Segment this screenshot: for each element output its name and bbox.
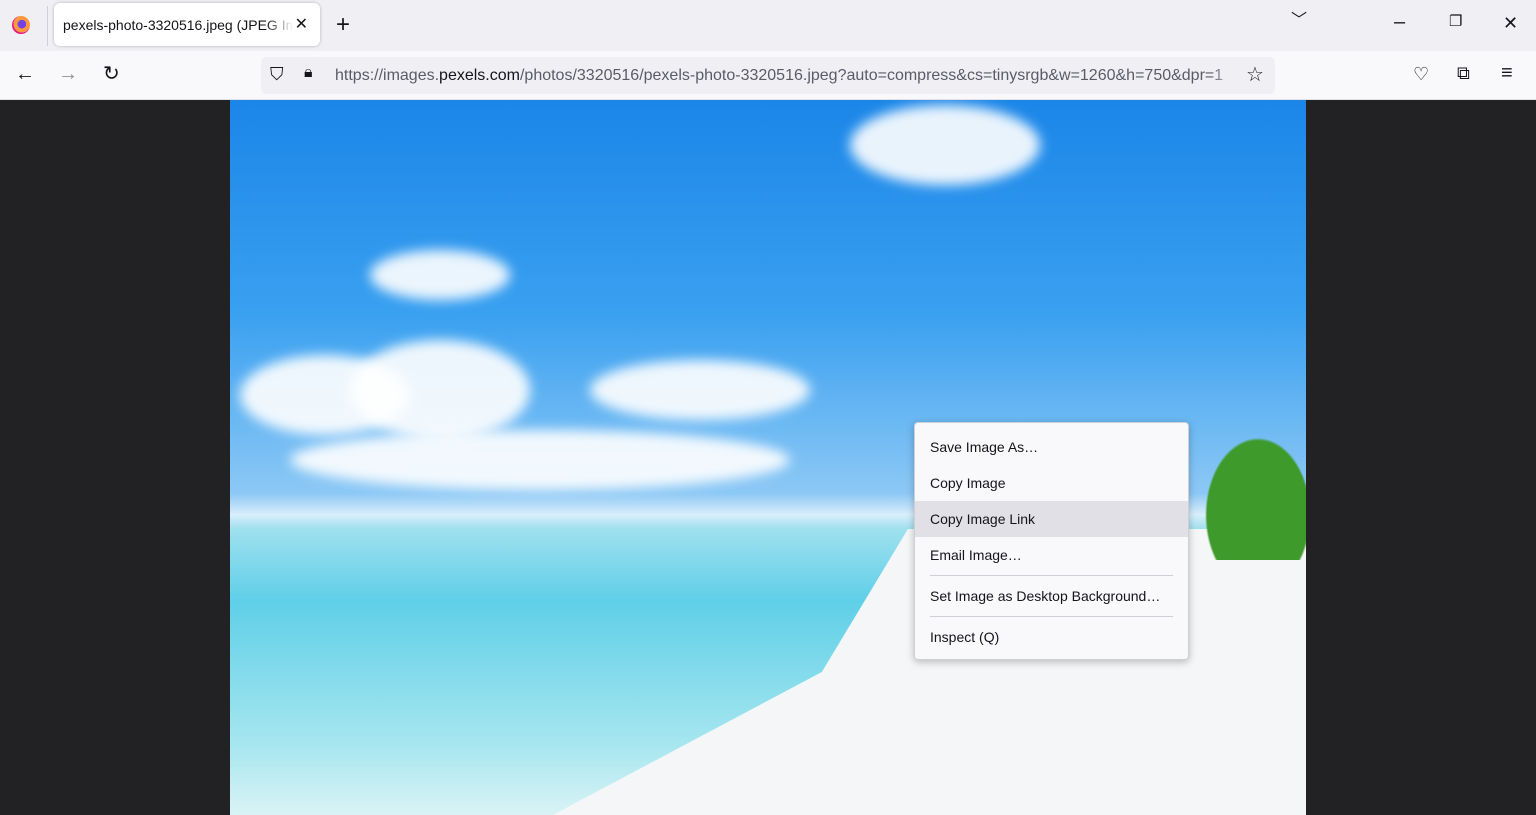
tab-active[interactable]: pexels-photo-3320516.jpeg (JPEG Image, 1… — [54, 3, 320, 46]
firefox-logo-icon[interactable] — [12, 16, 30, 34]
url-path: /photos/3320516/pexels-photo-3320516.jpe… — [519, 67, 1224, 84]
menu-item-inspect[interactable]: Inspect (Q) — [915, 619, 1188, 655]
close-window-icon[interactable]: ✕ — [1503, 14, 1518, 32]
extensions-icon[interactable]: ⧉ — [1457, 64, 1470, 82]
lock-icon[interactable]: 🔒︎ — [304, 65, 313, 81]
menu-item-save-image-as[interactable]: Save Image As… — [915, 429, 1188, 465]
nav-bar: ← → ↻ ⛉ 🔒︎ https://images.pexels.com/pho… — [0, 51, 1536, 100]
menu-item-email-image[interactable]: Email Image… — [915, 537, 1188, 573]
url-text[interactable]: https://images.pexels.com/photos/3320516… — [335, 67, 1238, 85]
menu-item-copy-image-link[interactable]: Copy Image Link — [915, 501, 1188, 537]
tab-bar: pexels-photo-3320516.jpeg (JPEG Image, 1… — [0, 0, 1536, 51]
menu-item-set-desktop-background[interactable]: Set Image as Desktop Background… — [915, 578, 1188, 614]
pocket-icon[interactable]: ♡ — [1413, 65, 1429, 83]
image-viewer — [0, 100, 1536, 815]
minimize-icon[interactable]: – — [1394, 12, 1405, 32]
reload-icon[interactable]: ↻ — [103, 64, 120, 84]
menu-separator — [930, 616, 1173, 617]
close-icon[interactable]: ✕ — [295, 14, 308, 34]
shield-icon[interactable]: ⛉ — [270, 65, 284, 83]
chevron-down-icon[interactable]: ﹀ — [1291, 13, 1307, 29]
menu-separator — [930, 575, 1173, 576]
star-icon[interactable]: ☆ — [1246, 65, 1264, 85]
arrow-right-icon[interactable]: → — [58, 64, 78, 84]
tab-title: pexels-photo-3320516.jpeg (JPEG Image, 1… — [63, 16, 293, 33]
url-domain: pexels.com — [439, 67, 520, 84]
menu-icon[interactable]: ≡ — [1501, 63, 1513, 83]
url-bar[interactable]: ⛉ 🔒︎ https://images.pexels.com/photos/33… — [261, 57, 1275, 94]
url-prefix: https://images. — [335, 67, 440, 84]
context-menu: Save Image As… Copy Image Copy Image Lin… — [914, 422, 1189, 660]
divider — [47, 6, 48, 46]
restore-icon[interactable]: ❐ — [1449, 14, 1462, 29]
menu-item-copy-image[interactable]: Copy Image — [915, 465, 1188, 501]
plus-icon[interactable]: + — [336, 13, 350, 37]
arrow-left-icon[interactable]: ← — [15, 64, 35, 84]
